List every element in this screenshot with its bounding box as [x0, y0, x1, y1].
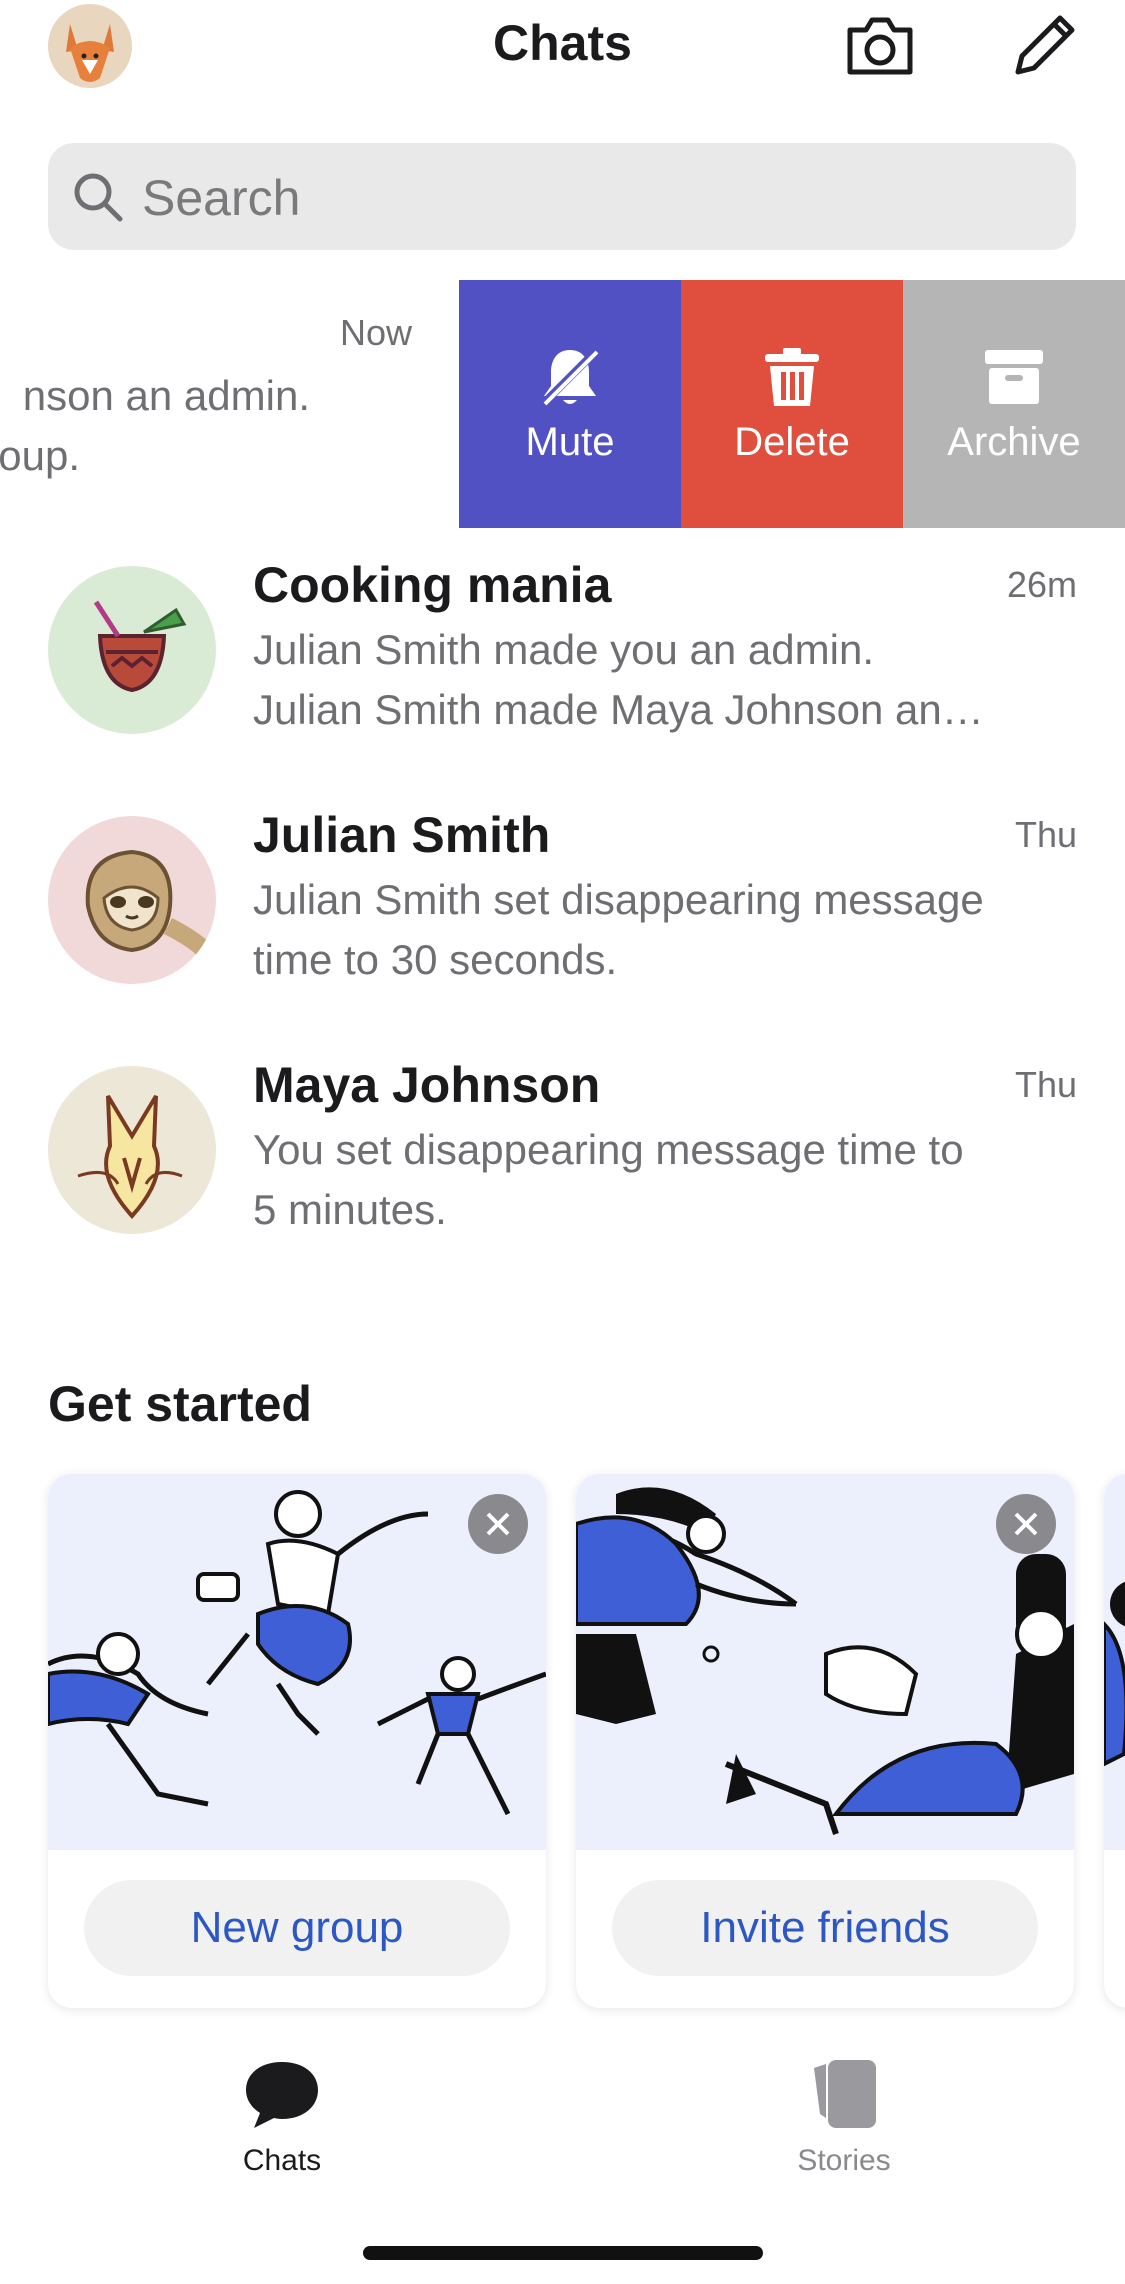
search-icon: [74, 173, 123, 222]
home-indicator: [363, 2246, 763, 2260]
search-input[interactable]: [140, 143, 1044, 252]
tab-chats-label: Chats: [242, 2144, 322, 2177]
dismiss-close-icon[interactable]: [468, 1494, 528, 1554]
card-illustration: [1104, 1474, 1125, 1850]
chat-snippet-line1: Julian Smith set disappearing message: [253, 876, 984, 923]
tab-chats[interactable]: Chats: [182, 2032, 382, 2192]
mute-label: Mute: [525, 420, 615, 464]
chat-snippet: Julian Smith made you an admin. Julian S…: [253, 620, 1073, 740]
delete-label: Delete: [734, 420, 850, 464]
contact-avatar: [48, 816, 216, 984]
mute-button[interactable]: Mute: [459, 280, 681, 528]
swiped-chat-row[interactable]: Now nson an admin. oup.: [0, 280, 460, 528]
group-avatar: [48, 566, 216, 734]
chat-row-maya-johnson[interactable]: Maya Johnson Thu You set disappearing me…: [0, 1028, 1125, 1278]
chat-snippet-line2: Julian Smith made Maya Johnson an…: [253, 686, 984, 733]
chat-time: Thu: [1014, 814, 1077, 855]
chat-time: 26m: [1006, 564, 1077, 605]
search-bar[interactable]: [48, 143, 1076, 252]
new-group-card[interactable]: New group: [48, 1474, 546, 2008]
chat-name: Julian Smith: [253, 807, 551, 863]
dismiss-close-icon[interactable]: [996, 1494, 1056, 1554]
archive-label: Archive: [947, 420, 1081, 464]
chat-name: Cooking mania: [253, 557, 612, 613]
chat-snippet-line2: 5 minutes.: [253, 1186, 447, 1233]
trash-icon: [765, 348, 819, 406]
delete-button[interactable]: Delete: [681, 280, 903, 528]
page-title: Chats: [493, 15, 632, 71]
tab-stories-label: Stories: [797, 2144, 891, 2177]
chat-snippet-line2: oup.: [0, 432, 80, 479]
chat-snippet-line1: You set disappearing message time to: [253, 1126, 964, 1173]
contact-avatar: [48, 1066, 216, 1234]
compose-pencil-icon[interactable]: [1004, 6, 1084, 86]
chat-time: Thu: [1014, 1064, 1077, 1105]
invite-friends-card[interactable]: Invite friends: [576, 1474, 1074, 2008]
chat-snippet-line1: nson an admin.: [22, 372, 310, 419]
archive-button[interactable]: Archive: [903, 280, 1125, 528]
invite-friends-button[interactable]: Invite friends: [612, 1880, 1038, 1976]
chat-snippet: You set disappearing message time to 5 m…: [253, 1120, 1073, 1240]
chat-row-cooking-mania[interactable]: Cooking mania 26m Julian Smith made you …: [0, 528, 1125, 778]
new-group-button[interactable]: New group: [84, 1880, 510, 1976]
camera-icon[interactable]: [840, 6, 920, 86]
tab-stories[interactable]: Stories: [744, 2032, 944, 2192]
chat-bubble-icon: [246, 2062, 318, 2128]
chat-name: Maya Johnson: [253, 1057, 601, 1113]
bell-slash-icon: [540, 347, 600, 407]
chat-snippet-line1: Julian Smith made you an admin.: [253, 626, 874, 673]
stories-icon: [814, 2060, 876, 2128]
get-started-heading: Get started: [48, 1376, 312, 1432]
next-card-peek[interactable]: [1104, 1474, 1125, 2008]
archive-icon: [985, 350, 1043, 404]
chat-time: Now: [339, 312, 412, 353]
chat-snippet-line2: time to 30 seconds.: [253, 936, 618, 983]
chat-row-julian-smith[interactable]: Julian Smith Thu Julian Smith set disapp…: [0, 778, 1125, 1028]
chat-snippet: Julian Smith set disappearing message ti…: [253, 870, 1073, 990]
